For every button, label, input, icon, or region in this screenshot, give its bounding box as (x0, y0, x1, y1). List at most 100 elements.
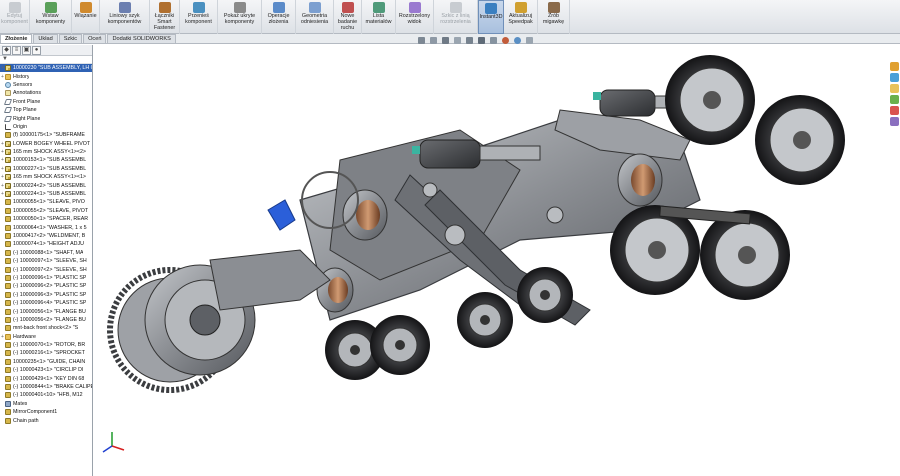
apply-scene-icon[interactable] (514, 37, 521, 44)
feature-manager-icon[interactable]: ◆ (2, 46, 11, 55)
filter-icon[interactable]: ▼ (2, 56, 8, 62)
tree-row[interactable]: Origin (0, 123, 92, 131)
tree-row[interactable]: +165 mm SHOCK ASSY<1><2> (0, 148, 92, 156)
zoom-area-icon[interactable] (430, 37, 437, 44)
tree-row[interactable]: Right Plane (0, 114, 92, 122)
reference-geometry-button[interactable]: Geometria odniesienia (296, 0, 334, 34)
snapshot-button[interactable]: Zrób migawkę (538, 0, 570, 34)
tree-row-label: 165 mm SHOCK ASSY<1><1> (13, 174, 87, 181)
tree-row[interactable]: Chain path (0, 416, 92, 424)
edit-appearance-icon[interactable] (502, 37, 509, 44)
view-palette-icon[interactable] (890, 95, 899, 104)
bom-button[interactable]: Lista materiałów (362, 0, 396, 34)
ribbon-button-label: Rozstrzelony widok (398, 13, 431, 25)
instant3d-button[interactable]: Instant3D (478, 0, 504, 34)
tree-row[interactable]: Annotations (0, 89, 92, 97)
tree-row-label: 10000064<1> "WASHER, 1 x 5 (13, 224, 87, 231)
tree-row[interactable]: 10000235<1> "GUIDE, CHAIN (0, 358, 92, 366)
show-hidden-button[interactable]: Pokaż ukryte komponenty (218, 0, 262, 34)
speedpak-button[interactable]: Aktualizuj Speedpak (504, 0, 538, 34)
tab-2[interactable]: Szkic (58, 34, 83, 43)
tree-row[interactable]: (-) 10000056<1> "FLANGE BU (0, 307, 92, 315)
solidworks-window: Edytuj komponent Wstaw komponenty Wiązanie… (0, 0, 900, 476)
tree-row[interactable]: Sensors (0, 81, 92, 89)
tree-row[interactable]: (-) 10000097<2> "SLEEVE, SH (0, 265, 92, 273)
tree-row[interactable]: (-) 10000429<1> "KEY DIN 68 (0, 374, 92, 382)
tree-row-label: Mates (13, 400, 28, 407)
file-explorer-icon[interactable] (890, 84, 899, 93)
linear-pattern-button[interactable]: Liniowy szyk komponentów (100, 0, 150, 34)
custom-properties-icon[interactable] (890, 117, 899, 126)
tree-row[interactable]: +10000153<1> "SUB ASSEMBL (0, 156, 92, 164)
edit-component-button[interactable]: Edytuj komponent (0, 0, 30, 34)
tree-row[interactable]: 10000074<1> "HEIGHT ADJU (0, 240, 92, 248)
insert-components-icon (44, 2, 57, 13)
exploded-view-button[interactable]: Rozstrzelony widok (396, 0, 434, 34)
previous-view-icon[interactable] (442, 37, 449, 44)
motion-study-button[interactable]: Nowe badanie ruchu (334, 0, 362, 34)
tree-row[interactable]: 10000050<1> "SPACER, REAR (0, 215, 92, 223)
display-style-icon[interactable] (478, 37, 485, 44)
tree-row[interactable]: (-) 10000088<1> "SHAFT, MA (0, 249, 92, 257)
view-orientation-icon[interactable] (466, 37, 473, 44)
tree-row-label: 10000074<1> "HEIGHT ADJU (13, 241, 84, 248)
tree-row[interactable]: (-) 10000096<1> "PLASTIC SP (0, 274, 92, 282)
tree-row[interactable]: (-) 10000096<2> "PLASTIC SP (0, 282, 92, 290)
property-manager-icon[interactable]: ≡ (12, 46, 21, 55)
tree-row[interactable]: + Hardware (0, 333, 92, 341)
mate-button[interactable]: Wiązanie (72, 0, 100, 34)
tree-row[interactable]: (-) 10000097<1> "SLEEVE, SH (0, 257, 92, 265)
design-library-icon[interactable] (890, 73, 899, 82)
tree-row[interactable]: +10000227<1> "SUB ASSEMBL (0, 165, 92, 173)
tree-row-label: (-) 10000096<3> "PLASTIC SP (13, 291, 87, 298)
tree-row[interactable]: 10000055<1> "SLEAVE, PIVO (0, 198, 92, 206)
tab-4[interactable]: Dodatki SOLIDWORKS (107, 34, 176, 43)
tree-row[interactable]: Mates (0, 400, 92, 408)
resources-icon[interactable] (890, 62, 899, 71)
tab-1[interactable]: Układ (33, 34, 58, 43)
tree-row[interactable]: Front Plane (0, 98, 92, 106)
tree-row[interactable]: +165 mm SHOCK ASSY<1><1> (0, 173, 92, 181)
view-settings-icon[interactable] (526, 37, 533, 44)
tab-3[interactable]: Oceń (83, 34, 107, 43)
tree-row[interactable]: (-) 10000216<1> "SPROCKET (0, 349, 92, 357)
tab-0[interactable]: Złożenie (0, 34, 33, 43)
tree-row[interactable]: 10000417<2> "WELDMENT, B (0, 232, 92, 240)
tree-row[interactable]: (-) 10000423<1> "CIRCLIP DI (0, 366, 92, 374)
tree-filter[interactable]: ▼ (0, 56, 92, 64)
part-icon (5, 375, 11, 382)
configuration-manager-icon[interactable]: ▣ (22, 46, 31, 55)
explode-line-sketch-button[interactable]: Szkic z linią rozstrzelenia (434, 0, 478, 34)
tree-row-label: (-) 10000070<1> "ROTOR, BR (13, 342, 86, 349)
tree-row[interactable]: (-) 10000056<2> "FLANGE BU (0, 316, 92, 324)
tree-row[interactable]: 10000055<2> "SLEAVE, PIVOT (0, 207, 92, 215)
tree-row[interactable]: MirrorComponent1 (0, 408, 92, 416)
hide-show-items-icon[interactable] (490, 37, 497, 44)
part-icon (5, 342, 11, 349)
show-hidden-icon (233, 2, 246, 13)
graphics-area[interactable] (94, 45, 889, 476)
tree-row[interactable]: (f) 10000175<1> "SUBFRAME (0, 131, 92, 139)
section-view-icon[interactable] (454, 37, 461, 44)
appearances-icon[interactable] (890, 106, 899, 115)
tree-row[interactable]: mnt-back front shock<2> "S (0, 324, 92, 332)
tree-row[interactable]: (-) 10000096<4> "PLASTIC SP (0, 299, 92, 307)
tree-row[interactable]: + History (0, 72, 92, 80)
tree-root-assembly[interactable]: +10000230 "SUB ASSEMBLY, LH C (0, 64, 92, 73)
display-manager-icon[interactable]: ● (32, 46, 41, 55)
tree-row[interactable]: (-) 10000844<1> "BRAKE CALIPE (0, 383, 92, 391)
tree-row[interactable]: +10000224<2> "SUB ASSEMBL (0, 181, 92, 189)
tree-row[interactable]: 10000064<1> "WASHER, 1 x 5 (0, 223, 92, 231)
tree-row[interactable]: + LOWER BOGEY WHEEL PIVOT (0, 140, 92, 148)
assembly-features-button[interactable]: Operacje złożenia (262, 0, 296, 34)
task-pane-tabs (889, 60, 900, 150)
zoom-to-fit-icon[interactable] (418, 37, 425, 44)
insert-components-button[interactable]: Wstaw komponenty (30, 0, 72, 34)
tree-row[interactable]: (-) 10000096<3> "PLASTIC SP (0, 291, 92, 299)
tree-row[interactable]: Top Plane (0, 106, 92, 114)
tree-row[interactable]: (-) 10000401<10> "HFB, M12 (0, 391, 92, 399)
smart-fastener-button[interactable]: Łączniki Smart Fastener (150, 0, 180, 34)
move-component-button[interactable]: Przenieś komponent (180, 0, 218, 34)
tree-row[interactable]: +10000224<1> "SUB ASSEMBL (0, 190, 92, 198)
tree-row[interactable]: (-) 10000070<1> "ROTOR, BR (0, 341, 92, 349)
